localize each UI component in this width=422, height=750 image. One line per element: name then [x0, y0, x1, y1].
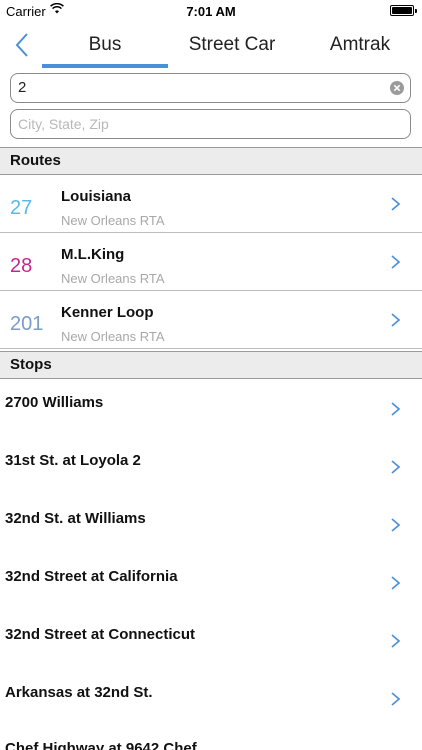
route-row[interactable]: 28 M.L.King New Orleans RTA [0, 233, 422, 291]
stop-row[interactable]: Chef Highway at 9642 Chef [0, 725, 422, 750]
search-input[interactable]: 2 [10, 73, 411, 103]
chevron-right-icon [391, 402, 400, 416]
route-row[interactable]: 27 Louisiana New Orleans RTA [0, 175, 422, 233]
stop-row[interactable]: Arkansas at 32nd St. [0, 669, 422, 727]
stops-section-header: Stops [0, 351, 422, 379]
stop-name: Arkansas at 32nd St. [5, 684, 153, 701]
stop-name: 2700 Williams [5, 394, 104, 411]
chevron-right-icon [391, 692, 400, 706]
chevron-right-icon [391, 634, 400, 648]
status-bar: Carrier 7:01 AM [0, 0, 422, 22]
location-input[interactable]: City, State, Zip [10, 109, 411, 139]
chevron-right-icon [391, 576, 400, 590]
stop-row[interactable]: 32nd St. at Williams [0, 495, 422, 553]
chevron-right-icon [391, 518, 400, 532]
stop-name: 31st St. at Loyola 2 [5, 452, 141, 469]
route-name: Kenner Loop [61, 304, 154, 321]
route-number: 27 [10, 197, 33, 219]
route-name: M.L.King [61, 246, 125, 263]
location-input-placeholder: City, State, Zip [18, 116, 109, 132]
stop-name: 32nd Street at California [5, 568, 178, 585]
selected-tab-indicator [42, 64, 168, 68]
route-agency: New Orleans RTA [61, 213, 165, 228]
stop-name: 32nd St. at Williams [5, 510, 146, 527]
tab-street-car[interactable]: Street Car [170, 34, 294, 56]
route-name: Louisiana [61, 188, 132, 205]
stop-name: 32nd Street at Connecticut [5, 626, 196, 643]
route-number: 28 [10, 255, 33, 277]
search-input-value: 2 [18, 79, 27, 96]
stop-row[interactable]: 31st St. at Loyola 2 [0, 437, 422, 495]
stop-row[interactable]: 2700 Williams [0, 379, 422, 437]
chevron-right-icon [391, 197, 400, 211]
stop-row[interactable]: 32nd Street at California [0, 553, 422, 611]
routes-section-header: Routes [0, 147, 422, 175]
back-button[interactable] [8, 28, 38, 62]
clear-icon[interactable] [390, 81, 404, 95]
chevron-right-icon [391, 313, 400, 327]
tab-amtrak[interactable]: Amtrak [298, 34, 422, 56]
tab-bus[interactable]: Bus [42, 34, 168, 56]
chevron-right-icon [391, 255, 400, 269]
chevron-right-icon [391, 460, 400, 474]
route-agency: New Orleans RTA [61, 329, 165, 344]
stop-name: Chef Highway at 9642 Chef [5, 740, 197, 750]
route-agency: New Orleans RTA [61, 271, 165, 286]
stop-row[interactable]: 32nd Street at Connecticut [0, 611, 422, 669]
navigation-bar: Bus Street Car Amtrak [0, 22, 422, 70]
battery-icon [390, 5, 417, 16]
route-row[interactable]: 201 Kenner Loop New Orleans RTA [0, 291, 422, 349]
status-time: 7:01 AM [186, 4, 236, 19]
route-number: 201 [10, 313, 44, 335]
chevron-left-icon [15, 33, 28, 57]
